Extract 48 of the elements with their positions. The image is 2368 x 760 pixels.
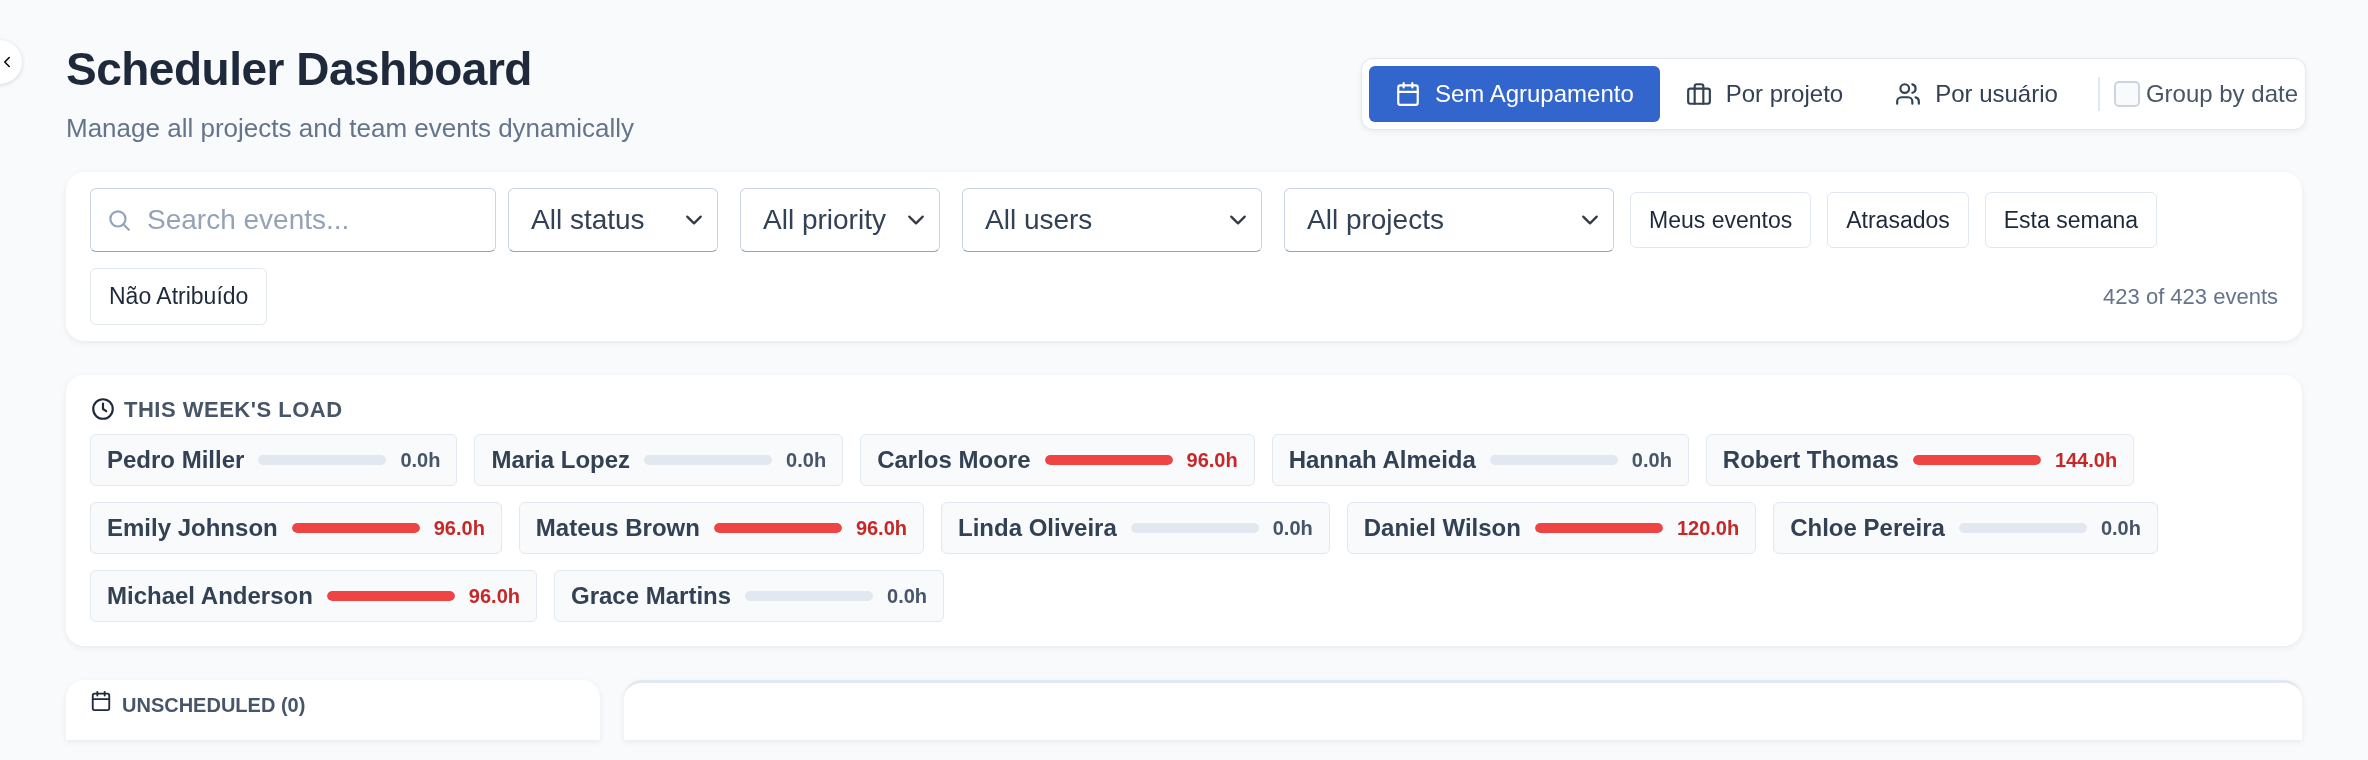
load-hours: 96.0h <box>433 515 485 541</box>
calendar-icon <box>1394 81 1421 107</box>
load-hours: 120.0h <box>1676 515 1740 541</box>
load-hours: 96.0h <box>468 583 520 609</box>
load-hours: 0.0h <box>2100 515 2141 541</box>
user-name: Emily Johnson <box>107 512 278 543</box>
group-by-date-checkbox[interactable] <box>2113 81 2140 107</box>
load-hours: 0.0h <box>1631 447 1672 473</box>
user-name: Carlos Moore <box>877 444 1031 475</box>
section-title: UNSCHEDULED (0) <box>122 692 306 718</box>
user-name: Mateus Brown <box>535 512 700 543</box>
filter-button[interactable]: Não Atribuído <box>90 268 268 325</box>
user-name: Linda Oliveira <box>958 512 1117 543</box>
user-name: Maria Lopez <box>491 444 631 475</box>
clock-icon <box>90 396 116 423</box>
user-name: Robert Thomas <box>1722 444 1899 475</box>
section-title: THIS WEEK'S LOAD <box>124 395 343 424</box>
event-count: 423 of 423 events <box>2103 282 2278 311</box>
page-subtitle: Manage all projects and team events dynamically <box>66 112 634 146</box>
user-name: Daniel Wilson <box>1363 512 1521 543</box>
page-title: Scheduler Dashboard <box>66 42 533 97</box>
load-hours: 0.0h <box>1272 515 1313 541</box>
filter-select[interactable]: All status <box>508 188 718 253</box>
user-name: Grace Martins <box>571 580 732 611</box>
load-hours: 0.0h <box>887 583 928 609</box>
checkbox-label[interactable]: Group by date <box>2145 76 2298 112</box>
grouping-tab[interactable]: Por usuário <box>1869 66 2084 122</box>
load-hours: 96.0h <box>855 515 908 541</box>
user-name: Hannah Almeida <box>1288 444 1476 475</box>
load-hours: 0.0h <box>400 447 441 473</box>
grouping-tab[interactable]: Sem Agrupamento <box>1368 66 1660 122</box>
filter-button[interactable]: Meus eventos <box>1630 191 1812 249</box>
load-hours: 144.0h <box>2054 447 2118 473</box>
briefcase-icon <box>1685 81 1712 107</box>
filter-select[interactable]: All users <box>962 188 1262 253</box>
filter-select[interactable]: All projects <box>1284 188 1614 253</box>
calendar-icon <box>90 689 112 712</box>
user-name: Michael Anderson <box>107 580 313 611</box>
user-name: Pedro Miller <box>107 444 245 475</box>
users-icon <box>1895 81 1922 107</box>
user-name: Chloe Pereira <box>1790 512 1945 543</box>
search-field[interactable]: Search events... <box>90 188 496 253</box>
filter-button[interactable]: Atrasados <box>1827 191 1969 249</box>
grouping-tab[interactable]: Por projeto <box>1659 66 1870 122</box>
load-hours: 0.0h <box>786 447 827 473</box>
load-hours: 96.0h <box>1186 447 1238 473</box>
filter-button[interactable]: Esta semana <box>1984 191 2157 249</box>
filter-select[interactable]: All priority <box>740 188 940 253</box>
